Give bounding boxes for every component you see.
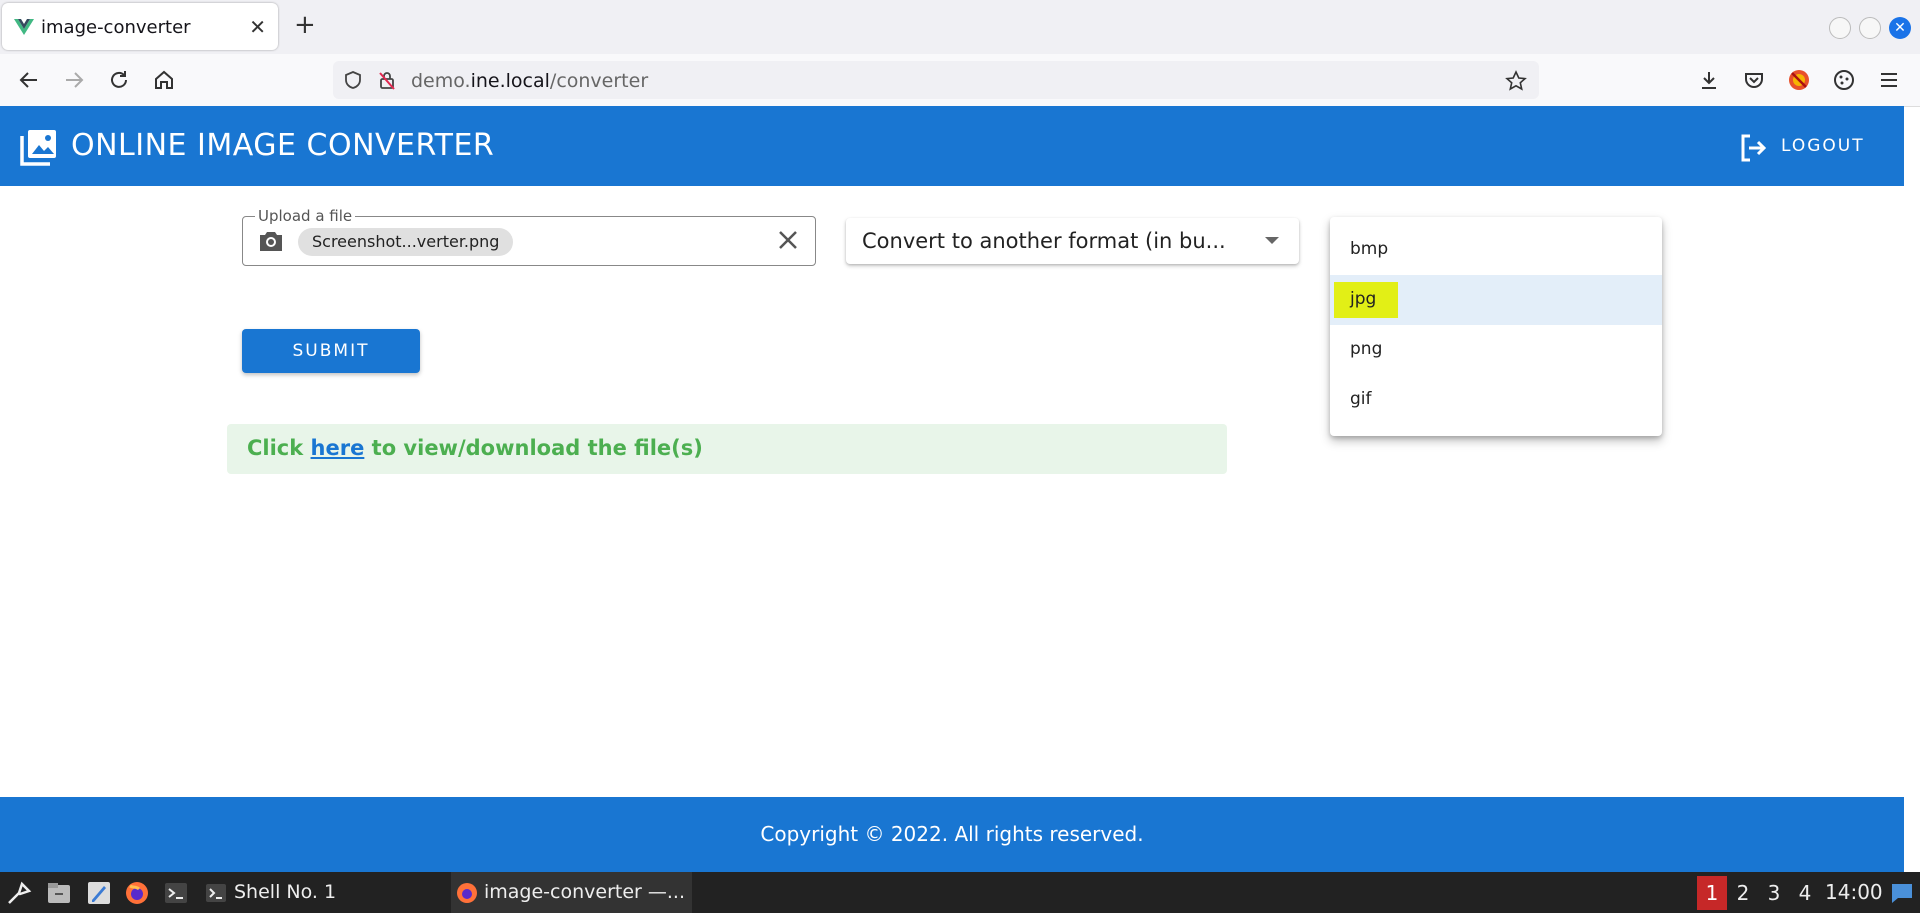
format-menu: bmp jpg png gif (1330, 217, 1662, 436)
url-text[interactable]: demo.ine.local/converter (411, 70, 648, 92)
format-option-label: jpg (1350, 289, 1377, 309)
clear-icon[interactable] (777, 229, 799, 251)
bookmark-star-icon[interactable] (1505, 70, 1527, 92)
file-upload-field[interactable]: Upload a file Screenshot...verter.png (242, 207, 816, 266)
text-editor-icon[interactable] (86, 880, 112, 906)
tab-close-icon[interactable]: ✕ (249, 15, 266, 39)
conversion-select-value: Convert to another format (in bu... (862, 229, 1226, 253)
firefox-icon (457, 883, 477, 903)
file-upload-label: Upload a file (255, 207, 356, 225)
format-option-jpg[interactable]: jpg (1330, 275, 1662, 325)
taskbar-task-label: image-converter —... (484, 881, 686, 903)
terminal-icon (206, 884, 226, 902)
taskbar-task-firefox[interactable]: image-converter —... (451, 872, 692, 913)
app-footer: Copyright © 2022. All rights reserved. (0, 797, 1904, 872)
tab-title: image-converter (41, 17, 191, 38)
url-bar[interactable]: demo.ine.local/converter (333, 61, 1539, 99)
dropdown-arrow-icon[interactable] (1265, 237, 1279, 244)
success-alert: Click here to view/download the file(s) (227, 424, 1227, 474)
firefox-icon[interactable] (124, 880, 150, 906)
alert-prefix: Click (247, 436, 311, 460)
copyright-text: Copyright © 2022. All rights reserved. (760, 822, 1144, 846)
window-close-button[interactable]: ✕ (1889, 17, 1911, 39)
conversion-select[interactable]: Convert to another format (in bu... (846, 218, 1299, 264)
logout-icon (1741, 134, 1766, 162)
window-maximize-button[interactable] (1859, 17, 1881, 39)
camera-icon[interactable] (257, 229, 285, 253)
extension-blocker-icon[interactable] (1787, 68, 1811, 92)
alert-message: Click here to view/download the file(s) (247, 436, 703, 460)
format-option-label: gif (1350, 389, 1372, 409)
start-menu-icon[interactable] (6, 880, 32, 906)
format-option-bmp[interactable]: bmp (1330, 225, 1662, 275)
cookie-icon[interactable] (1832, 68, 1856, 92)
workspace-2[interactable]: 2 (1728, 876, 1758, 910)
shield-icon[interactable] (343, 70, 363, 90)
browser-tab-strip: image-converter ✕ + ✕ (0, 0, 1920, 54)
browser-navbar: demo.ine.local/converter (0, 54, 1920, 107)
format-option-png[interactable]: png (1330, 325, 1662, 375)
url-prefix: demo. (411, 70, 471, 92)
taskbar-clock: 14:00 (1825, 880, 1883, 904)
format-option-label: png (1350, 339, 1383, 359)
window-minimize-button[interactable] (1829, 17, 1851, 39)
os-taskbar: Shell No. 1 image-converter —... 1 2 3 4… (0, 872, 1920, 913)
browser-tab[interactable]: image-converter ✕ (2, 3, 278, 50)
new-tab-icon[interactable]: + (294, 12, 316, 38)
app-header: ONLINE IMAGE CONVERTER LOGOUT (0, 106, 1904, 186)
file-manager-icon[interactable] (46, 880, 72, 906)
workspace-4[interactable]: 4 (1790, 876, 1820, 910)
format-option-gif[interactable]: gif (1330, 375, 1662, 425)
app-title: ONLINE IMAGE CONVERTER (71, 128, 495, 163)
submit-button[interactable]: SUBMIT (242, 329, 420, 373)
taskbar-task-shell[interactable]: Shell No. 1 (205, 872, 445, 913)
workspace-3[interactable]: 3 (1759, 876, 1789, 910)
format-option-label: bmp (1350, 239, 1389, 259)
url-path: /converter (549, 70, 649, 92)
url-host: ine.local (470, 70, 550, 92)
workspace-1[interactable]: 1 (1697, 876, 1727, 910)
home-icon[interactable] (152, 68, 176, 92)
vue-logo-icon (14, 19, 34, 35)
reload-icon[interactable] (107, 68, 131, 92)
notification-icon[interactable] (1889, 880, 1915, 906)
terminal-icon[interactable] (163, 880, 189, 906)
download-icon[interactable] (1697, 68, 1721, 92)
file-chip[interactable]: Screenshot...verter.png (298, 228, 514, 256)
hamburger-menu-icon[interactable] (1877, 68, 1901, 92)
back-arrow-icon[interactable] (17, 68, 41, 92)
alert-suffix: to view/download the file(s) (364, 436, 703, 460)
image-multiple-icon (20, 130, 56, 166)
pocket-icon[interactable] (1742, 68, 1766, 92)
taskbar-task-label: Shell No. 1 (234, 881, 337, 903)
insecure-lock-icon[interactable] (377, 70, 397, 90)
forward-arrow-icon[interactable] (62, 68, 86, 92)
logout-label: LOGOUT (1781, 136, 1865, 156)
download-link[interactable]: here (311, 436, 365, 460)
